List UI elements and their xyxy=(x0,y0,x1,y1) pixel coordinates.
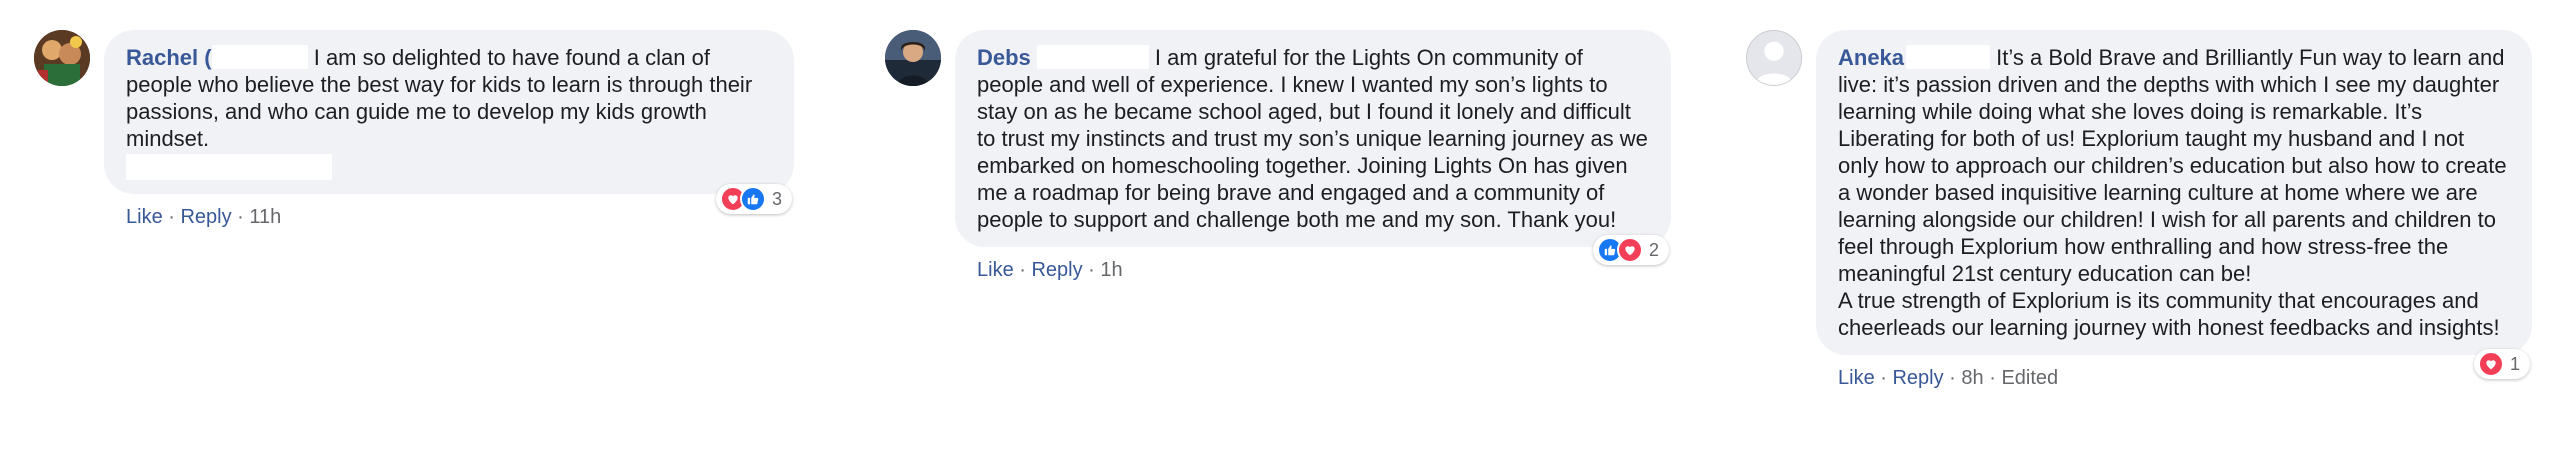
reaction-summary[interactable]: 1 xyxy=(2473,349,2530,379)
comment-text: It’s a Bold Brave and Brilliantly Fun wa… xyxy=(1838,45,2507,286)
reply-link[interactable]: Reply xyxy=(1892,367,1943,389)
comment-text-second-paragraph: A true strength of Explorium is its comm… xyxy=(1838,288,2500,340)
comment-author[interactable]: Aneka xyxy=(1838,45,1904,70)
comment-bubble: Debs I am grateful for the Lights On com… xyxy=(955,30,1671,265)
like-reaction-icon xyxy=(739,186,766,212)
avatar[interactable] xyxy=(885,30,941,86)
timestamp[interactable]: 1h xyxy=(1100,259,1122,281)
reaction-count: 3 xyxy=(771,188,782,209)
comment-bubble: Aneka It’s a Bold Brave and Brilliantly … xyxy=(1816,30,2532,379)
reply-link[interactable]: Reply xyxy=(1031,259,1082,281)
comment-debs: Debs I am grateful for the Lights On com… xyxy=(885,30,1671,282)
redacted-line xyxy=(126,154,332,180)
avatar[interactable] xyxy=(34,30,90,86)
timestamp[interactable]: 11h xyxy=(249,206,281,228)
redacted-name xyxy=(211,45,308,69)
comment-bubble: Rachel ( I am so delighted to have found… xyxy=(104,30,794,214)
profile-photo-icon xyxy=(885,30,941,86)
comment-actions: Like · Reply · 8h · Edited xyxy=(1838,367,2059,389)
like-link[interactable]: Like xyxy=(126,206,163,228)
reaction-count: 2 xyxy=(1648,239,1659,260)
default-profile-icon xyxy=(1747,31,1801,85)
redacted-name xyxy=(1906,45,1991,69)
comment-author[interactable]: Rachel ( xyxy=(126,45,212,70)
comment-rachel: Rachel ( I am so delighted to have found… xyxy=(34,30,794,229)
redacted-name xyxy=(1036,45,1149,69)
comment-text: I am grateful for the Lights On communit… xyxy=(977,45,1648,232)
love-reaction-icon xyxy=(1616,237,1643,263)
like-link[interactable]: Like xyxy=(1838,367,1875,389)
comment-aneka: Aneka It’s a Bold Brave and Brilliantly … xyxy=(1746,30,2532,390)
comment-author[interactable]: Debs xyxy=(977,45,1031,70)
like-link[interactable]: Like xyxy=(977,259,1014,281)
reaction-summary[interactable]: 2 xyxy=(1592,235,1669,265)
love-reaction-icon xyxy=(2477,351,2504,377)
profile-photo-icon xyxy=(34,30,90,86)
reply-link[interactable]: Reply xyxy=(180,206,231,228)
timestamp[interactable]: 8h xyxy=(1961,367,1983,389)
edited-label[interactable]: Edited xyxy=(2001,367,2058,389)
comment-actions: Like · Reply · 11h xyxy=(126,206,282,228)
avatar[interactable] xyxy=(1746,30,1802,86)
reaction-summary[interactable]: 3 xyxy=(715,184,792,214)
reaction-count: 1 xyxy=(2509,353,2520,374)
comment-actions: Like · Reply · 1h xyxy=(977,259,1123,281)
